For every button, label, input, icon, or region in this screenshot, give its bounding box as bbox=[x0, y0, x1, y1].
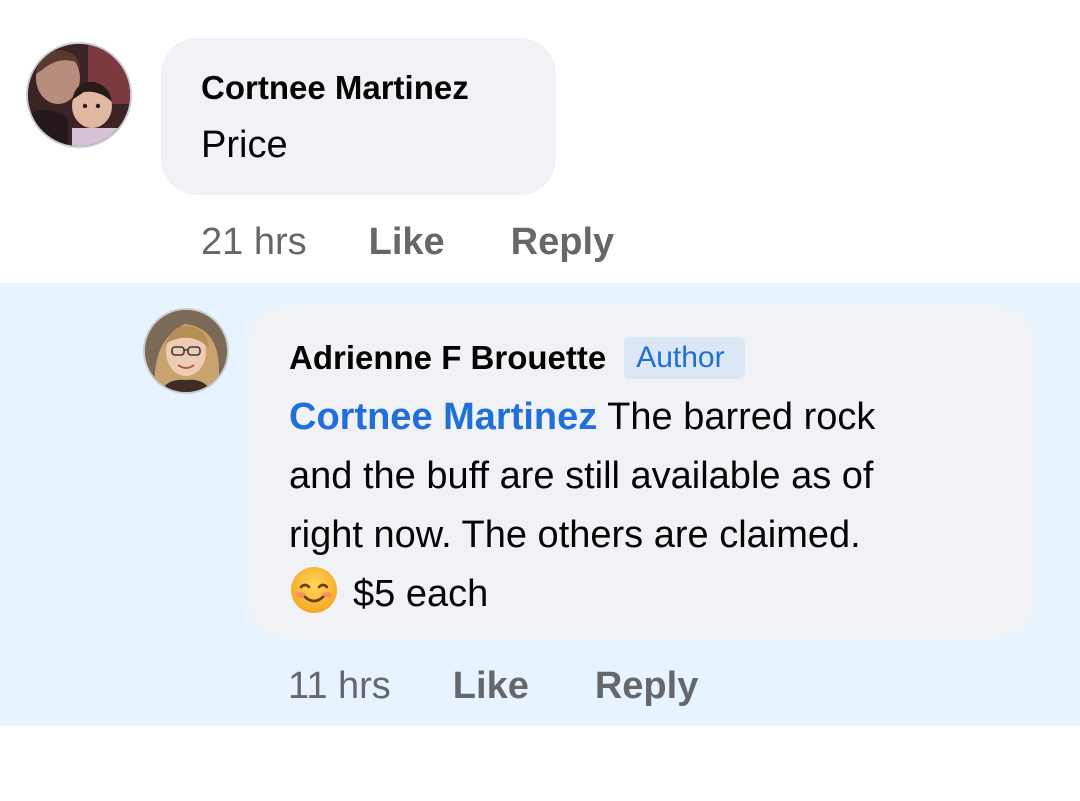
avatar-photo bbox=[145, 310, 227, 392]
comment-actions: 11 hrs Like Reply bbox=[288, 662, 698, 710]
avatar[interactable] bbox=[26, 42, 132, 148]
timestamp[interactable]: 11 hrs bbox=[288, 662, 391, 710]
comment-text-line: The barred rock bbox=[607, 396, 876, 438]
comment-actions: 21 hrs Like Reply bbox=[201, 218, 614, 266]
comment-thread: Cortnee Martinez Price 21 hrs Like Reply bbox=[0, 0, 1080, 801]
avatar-photo bbox=[28, 44, 130, 146]
author-name[interactable]: Cortnee Martinez bbox=[201, 66, 516, 110]
comment-bubble[interactable]: Adrienne F Brouette Author Cortnee Marti… bbox=[249, 306, 1034, 638]
comment-bubble[interactable]: Cortnee Martinez Price bbox=[161, 38, 556, 195]
like-button[interactable]: Like bbox=[453, 662, 529, 710]
comment-cortnee: Cortnee Martinez Price 21 hrs Like Reply bbox=[0, 0, 1080, 283]
like-button[interactable]: Like bbox=[369, 218, 445, 266]
comment-text: Price bbox=[201, 124, 288, 166]
author-name[interactable]: Adrienne F Brouette bbox=[289, 336, 606, 380]
reply-button[interactable]: Reply bbox=[595, 662, 698, 710]
comment-text-line: $5 each bbox=[353, 573, 489, 615]
comment-text-line: and the buff are still available as of bbox=[289, 455, 874, 497]
avatar[interactable] bbox=[143, 308, 229, 394]
smiling-face-icon bbox=[291, 567, 337, 613]
mention-link[interactable]: Cortnee Martinez bbox=[289, 396, 597, 438]
comment-adrienne: Adrienne F Brouette Author Cortnee Marti… bbox=[0, 283, 1080, 726]
timestamp[interactable]: 21 hrs bbox=[201, 218, 307, 266]
comment-text-line: right now. The others are claimed. bbox=[289, 514, 861, 556]
reply-button[interactable]: Reply bbox=[511, 218, 614, 266]
author-badge: Author bbox=[624, 337, 745, 379]
name-row: Adrienne F Brouette Author bbox=[289, 334, 994, 382]
comment-text: Cortnee Martinez The barred rock and the… bbox=[289, 388, 994, 624]
